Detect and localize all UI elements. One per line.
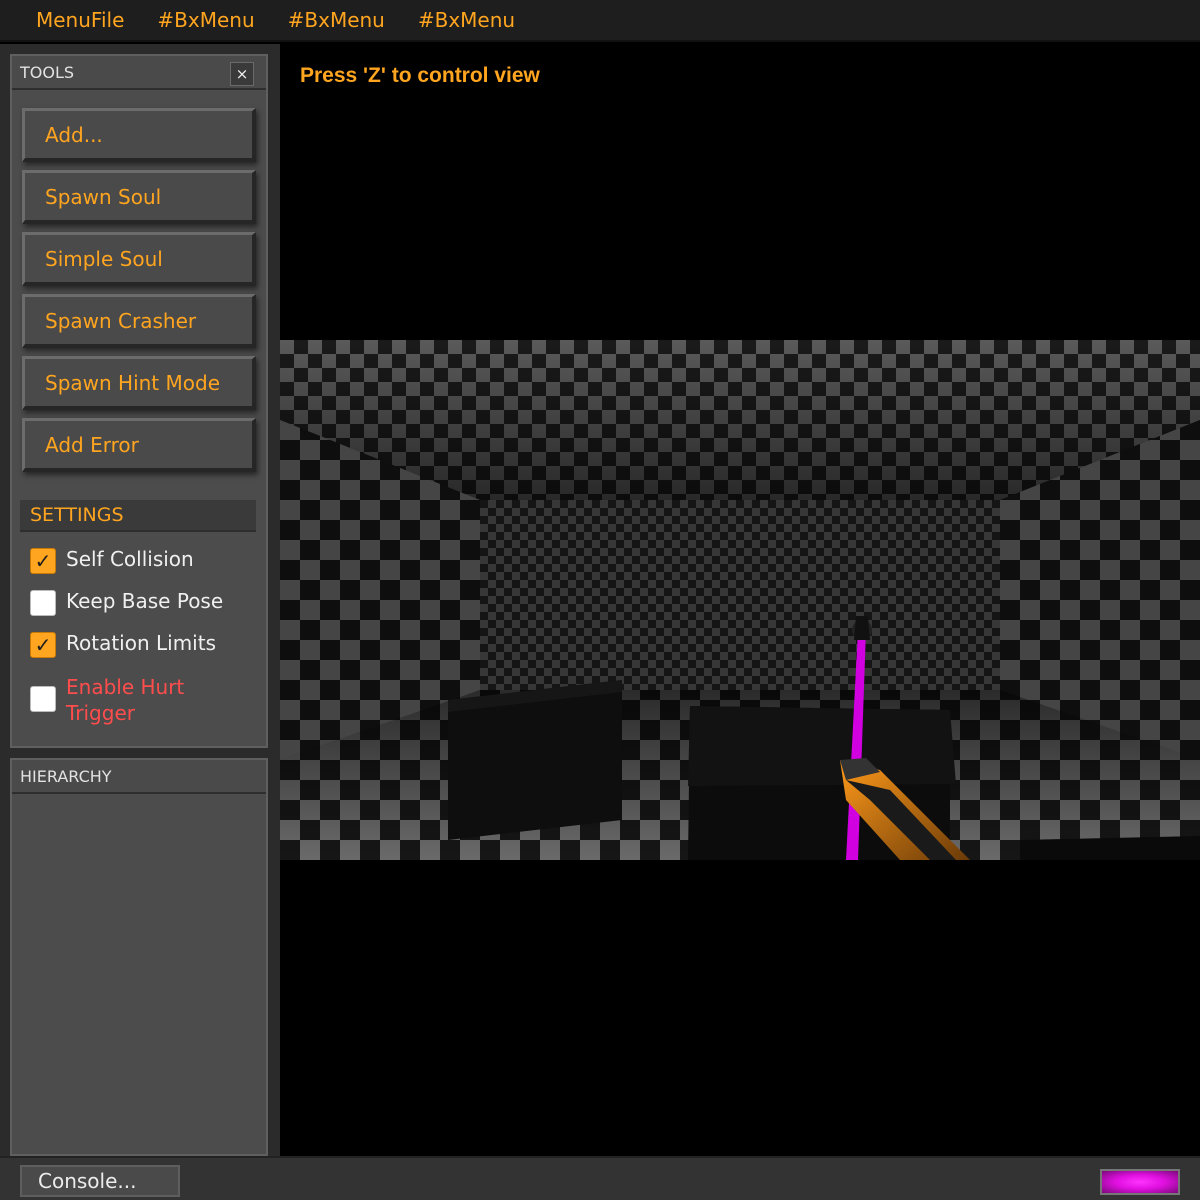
close-icon[interactable]: × xyxy=(230,62,254,86)
self-collision-checkbox[interactable]: ✓ xyxy=(30,548,56,574)
menu-bx-3[interactable]: #BxMenu xyxy=(418,8,515,32)
enable-hurt-trigger-label: Enable Hurt Trigger xyxy=(66,675,185,725)
status-bar: Console... xyxy=(0,1156,1200,1200)
keep-base-pose-label: Keep Base Pose xyxy=(66,589,224,613)
checkmark-icon: ✓ xyxy=(34,549,52,573)
enable-hurt-trigger-checkbox[interactable] xyxy=(30,686,56,712)
console-button[interactable]: Console... xyxy=(20,1165,180,1197)
spawn-crasher-button[interactable]: Spawn Crasher xyxy=(22,294,256,348)
tools-panel-title: TOOLS xyxy=(20,62,75,82)
rotation-limits-checkbox[interactable]: ✓ xyxy=(30,632,56,658)
menu-bar: MenuFile #BxMenu #BxMenu #BxMenu xyxy=(0,0,1200,42)
hierarchy-panel: HIERARCHY xyxy=(10,758,268,1156)
status-meter-fill xyxy=(1102,1171,1178,1193)
control-view-hint: Press 'Z' to control view xyxy=(300,64,540,87)
spawn-soul-button[interactable]: Spawn Soul xyxy=(22,170,256,224)
hierarchy-panel-header: HIERARCHY xyxy=(12,760,266,794)
tools-panel: TOOLS × Add... Spawn Soul Simple Soul Sp… xyxy=(10,54,268,748)
self-collision-option[interactable]: ✓ Self Collision xyxy=(30,546,246,574)
settings-header: SETTINGS xyxy=(20,500,256,532)
menu-bx-1[interactable]: #BxMenu xyxy=(157,8,254,32)
keep-base-pose-option[interactable]: Keep Base Pose xyxy=(30,588,246,616)
tools-panel-header: TOOLS × xyxy=(12,56,266,90)
checkmark-icon: ✓ xyxy=(34,633,52,657)
enable-hurt-trigger-option[interactable]: Enable Hurt Trigger xyxy=(30,674,206,726)
spawn-hint-mode-button[interactable]: Spawn Hint Mode xyxy=(22,356,256,410)
add-error-button[interactable]: Add Error xyxy=(22,418,256,472)
simple-soul-button[interactable]: Simple Soul xyxy=(22,232,256,286)
status-meter xyxy=(1100,1169,1180,1195)
self-collision-label: Self Collision xyxy=(66,547,194,571)
checkered-room-scene xyxy=(280,340,1200,860)
rotation-limits-label: Rotation Limits xyxy=(66,631,216,655)
menu-bx-2[interactable]: #BxMenu xyxy=(288,8,385,32)
scene-viewport[interactable]: Press 'Z' to control view xyxy=(280,44,1200,1156)
add-button[interactable]: Add... xyxy=(22,108,256,162)
keep-base-pose-checkbox[interactable] xyxy=(30,590,56,616)
left-sidebar: TOOLS × Add... Spawn Soul Simple Soul Sp… xyxy=(0,44,280,1156)
menu-file[interactable]: MenuFile xyxy=(36,8,124,32)
rotation-limits-option[interactable]: ✓ Rotation Limits xyxy=(30,630,246,658)
hierarchy-panel-title: HIERARCHY xyxy=(20,766,112,786)
